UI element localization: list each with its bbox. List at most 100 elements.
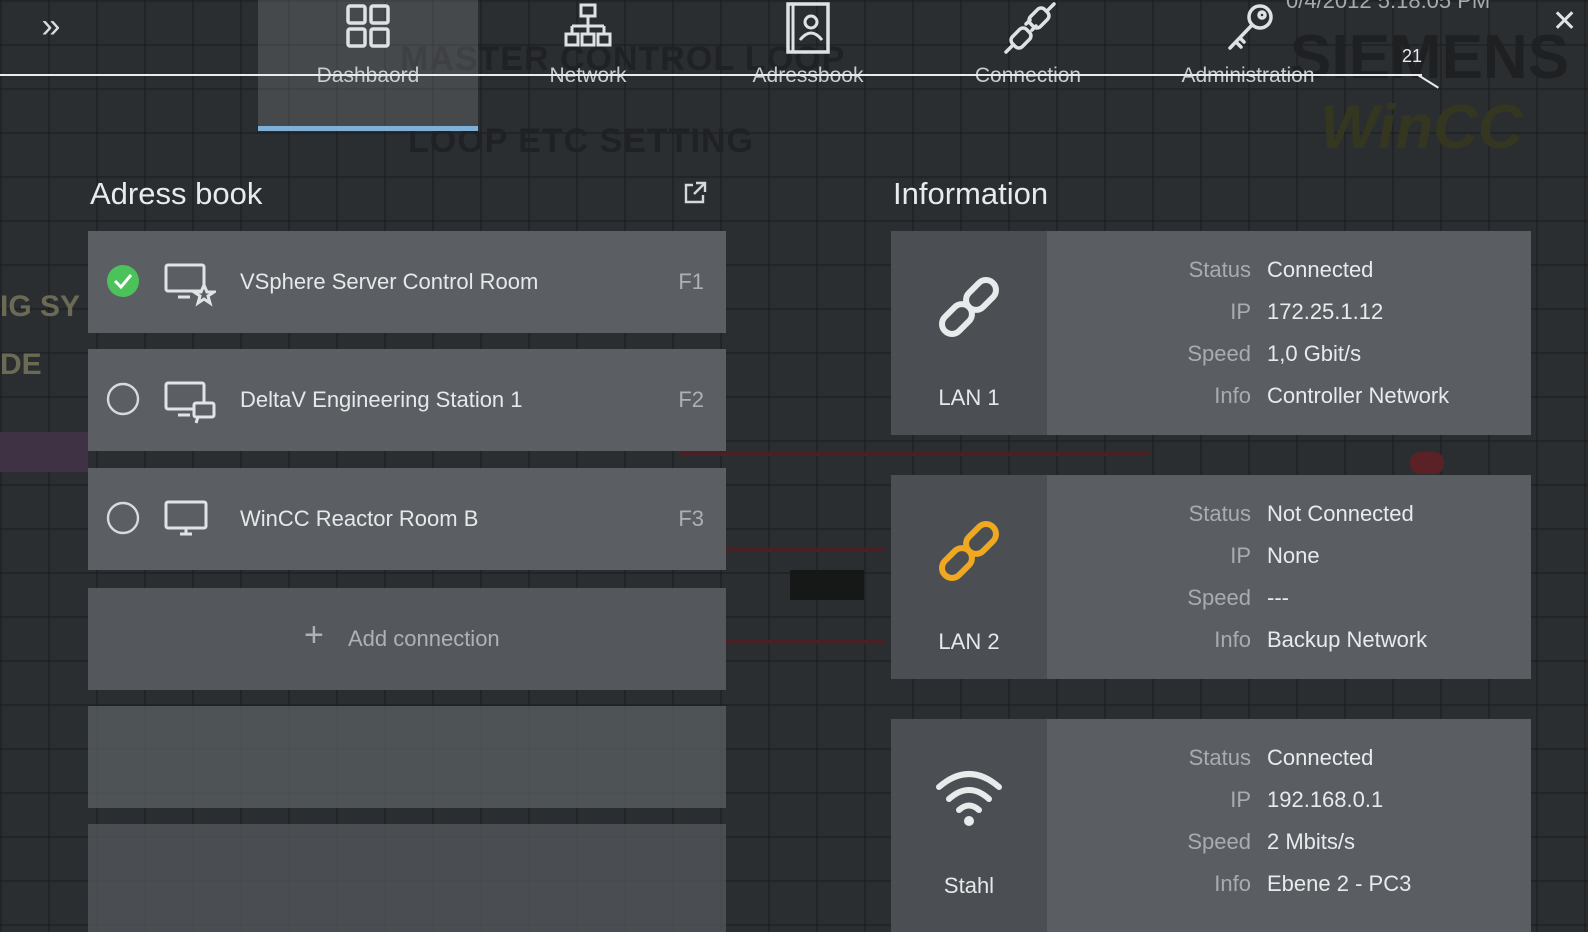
tab-administration-label: Administration — [1181, 64, 1315, 87]
info-key-info: Info — [1214, 383, 1251, 408]
tab-dashboard[interactable]: Dashbaord — [258, 0, 478, 131]
info-key-status: Status — [1188, 501, 1251, 526]
info-value-status: Connected — [1267, 745, 1374, 770]
network-tree-icon — [564, 3, 612, 47]
background-valve — [1410, 452, 1444, 474]
double-chevron-right-icon: » — [41, 7, 61, 45]
background-strip — [0, 432, 88, 472]
info-row-ip: IP 192.168.0.1 — [1047, 787, 1531, 829]
tab-addressbook-label: Adressbook — [752, 64, 864, 87]
addressbook-entry-2[interactable]: DeltaV Engineering Station 1 F2 — [88, 349, 726, 451]
dashboard-grid-icon — [346, 4, 390, 48]
addressbook-entry-name: WinCC Reactor Room B — [240, 506, 479, 531]
info-row-status: Status Connected — [1047, 257, 1531, 299]
link-icon — [939, 277, 999, 337]
tab-network-label: Network — [549, 64, 627, 87]
info-value-speed: --- — [1267, 585, 1289, 610]
add-connection-label: Add connection — [348, 626, 500, 651]
interface-name: Stahl — [943, 873, 995, 898]
info-row-status: Status Not Connected — [1047, 501, 1531, 543]
close-icon: ✕ — [1552, 5, 1578, 38]
tab-administration[interactable]: Administration — [1138, 0, 1358, 126]
info-row-speed: Speed 1,0 Gbit/s — [1047, 341, 1531, 383]
info-value-speed: 2 Mbits/s — [1267, 829, 1356, 854]
info-row-info: Info Backup Network — [1047, 627, 1531, 669]
background-readout — [790, 570, 864, 600]
plus-icon: + — [304, 616, 324, 654]
background-side-text-2: DE — [0, 348, 42, 381]
info-row-ip: IP None — [1047, 543, 1531, 585]
monitor-star-icon — [164, 263, 216, 307]
info-card-icon-area: LAN 2 — [891, 475, 1047, 679]
info-row-speed: Speed --- — [1047, 585, 1531, 627]
info-value-info: Backup Network — [1267, 627, 1428, 652]
info-key-speed: Speed — [1187, 341, 1251, 366]
information-title: Information — [893, 176, 1049, 211]
info-card-lan1[interactable]: LAN 1 Status Connected IP 172.25.1.12 Sp… — [891, 231, 1531, 435]
info-key-ip: IP — [1230, 299, 1251, 324]
interface-name: LAN 1 — [938, 385, 1000, 410]
info-key-status: Status — [1188, 257, 1251, 282]
expand-sidebar-button[interactable]: » — [30, 6, 72, 48]
addressbook-entry-name: VSphere Server Control Room — [240, 269, 539, 294]
info-key-info: Info — [1214, 627, 1251, 652]
addressbook-entry-shortcut: F2 — [678, 387, 704, 412]
info-row-status: Status Connected — [1047, 745, 1531, 787]
header-divider-end — [1417, 74, 1439, 89]
info-value-status: Connected — [1267, 257, 1374, 282]
info-value-ip: None — [1267, 543, 1320, 568]
info-row-info: Info Controller Network — [1047, 383, 1531, 425]
addressbook-empty-slot[interactable] — [88, 706, 726, 808]
info-value-status: Not Connected — [1267, 501, 1414, 526]
open-external-button[interactable] — [682, 180, 708, 211]
status-circle-icon — [106, 382, 140, 416]
addressbook-entry-shortcut: F1 — [678, 269, 704, 294]
header-divider — [0, 74, 1422, 76]
open-external-icon — [684, 181, 707, 204]
tab-connection-label: Connection — [974, 64, 1082, 87]
info-row-info: Info Ebene 2 - PC3 — [1047, 871, 1531, 913]
tab-addressbook[interactable]: Adressbook — [698, 0, 918, 126]
info-key-ip: IP — [1230, 787, 1251, 812]
addressbook-entry-name: DeltaV Engineering Station 1 — [240, 387, 523, 412]
info-key-ip: IP — [1230, 543, 1251, 568]
info-key-speed: Speed — [1187, 585, 1251, 610]
addressbook-entry-shortcut: F3 — [678, 506, 704, 531]
top-navigation: 0/4/2012 5:18:05 PM » Dashbaord Network — [0, 0, 1588, 131]
info-key-speed: Speed — [1187, 829, 1251, 854]
monitor-chat-icon — [164, 381, 216, 424]
background-pipe-2 — [726, 548, 886, 552]
info-card-lan2[interactable]: LAN 2 Status Not Connected IP None Speed… — [891, 475, 1531, 679]
info-value-info: Ebene 2 - PC3 — [1267, 871, 1412, 896]
addressbook-icon — [786, 2, 830, 54]
addressbook-entry-1[interactable]: VSphere Server Control Room F1 — [88, 231, 726, 333]
add-connection-button[interactable]: + Add connection — [88, 588, 726, 690]
info-key-status: Status — [1188, 745, 1251, 770]
background-side-text-1: IG SY — [0, 290, 81, 323]
link-icon — [939, 521, 999, 581]
plug-connection-icon — [1004, 2, 1056, 54]
key-icon — [1228, 4, 1273, 50]
addressbook-entry-3[interactable]: WinCC Reactor Room B F3 — [88, 468, 726, 570]
info-value-info: Controller Network — [1267, 383, 1450, 408]
tab-network[interactable]: Network — [478, 0, 698, 126]
background-pipe — [680, 452, 1150, 456]
tab-connection[interactable]: Connection — [918, 0, 1138, 126]
connected-check-icon — [107, 265, 139, 297]
info-card-icon-area: LAN 1 — [891, 231, 1047, 435]
info-value-ip: 172.25.1.12 — [1267, 299, 1384, 324]
close-button[interactable]: ✕ — [1552, 4, 1582, 40]
wifi-icon — [936, 771, 1002, 826]
monitor-icon — [164, 500, 208, 536]
info-card-icon-area: Stahl — [891, 719, 1047, 932]
info-key-info: Info — [1214, 871, 1251, 896]
tab-dashboard-label: Dashbaord — [316, 64, 420, 87]
notification-count: 21 — [1402, 46, 1423, 66]
interface-name: LAN 2 — [938, 629, 1000, 654]
info-card-wifi[interactable]: Stahl Status Connected IP 192.168.0.1 Sp… — [891, 719, 1531, 932]
status-circle-icon — [106, 501, 140, 535]
info-row-speed: Speed 2 Mbits/s — [1047, 829, 1531, 871]
addressbook-empty-slot[interactable] — [88, 824, 726, 932]
background-pipe-3 — [726, 640, 886, 644]
info-row-ip: IP 172.25.1.12 — [1047, 299, 1531, 341]
